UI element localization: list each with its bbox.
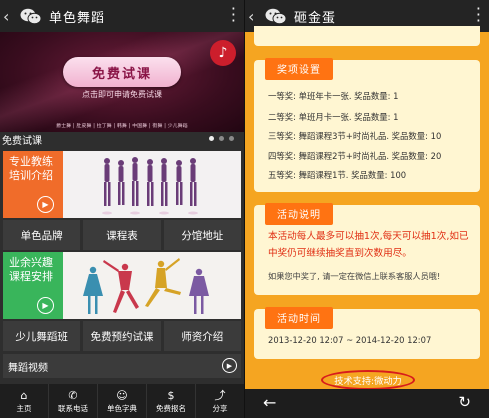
schedule-button[interactable]: 课程表 [83, 220, 161, 250]
kids-dance-button[interactable]: 少儿舞蹈班 [3, 321, 81, 351]
feature-course-arrangement[interactable]: 业余兴趣课程安排 ▶ [0, 252, 244, 319]
egg-card-bottom [254, 26, 480, 46]
refresh-icon[interactable]: ↻ [458, 393, 471, 411]
back-icon[interactable]: ‹ [248, 7, 262, 26]
brand-button[interactable]: 单色品牌 [3, 220, 81, 250]
dancers-photo [63, 151, 241, 218]
prizes-header: 奖项设置 [265, 58, 333, 80]
dance-types: 爵士舞 | 肚皮舞 | 拉丁舞 | 韩舞 | 中国舞 | 街舞 | 少儿舞蹈 [56, 124, 188, 129]
nav-label: 主页 [16, 403, 32, 413]
home-icon: ⌂ [20, 388, 28, 402]
dancers-photo [63, 252, 241, 319]
period-card: 活动时间 2013-12-20 12:07 ~ 2014-12-20 12:07 [254, 307, 480, 359]
carousel-dot[interactable] [219, 136, 224, 141]
nav-label: 单色字典 [107, 403, 137, 413]
menu-row-2: 少儿舞蹈班 免费预约试课 师资介绍 [3, 321, 241, 351]
page-title: 砸金蛋 [294, 10, 337, 26]
smiley-icon: ☺ [116, 388, 128, 402]
phone-icon: ✆ [68, 388, 78, 402]
rules-card: 活动说明 本活动每人最多可以抽1次,每天可以抽1次,如已中奖仍可继续抽奖直到次数… [254, 203, 480, 295]
prize-item: 二等奖: 单班月卡一张. 奖品数量: 1 [268, 112, 399, 122]
wechat-icon [262, 8, 290, 25]
nav-dictionary[interactable]: ☺ 单色字典 [98, 384, 147, 418]
feature-label: 业余兴趣课程安排 [9, 256, 53, 283]
rules-text: 本活动每人最多可以抽1次,每天可以抽1次,如已中奖仍可继续抽奖直到次数用尽。 [268, 231, 469, 259]
branch-address-button[interactable]: 分馆地址 [163, 220, 241, 250]
prize-item: 三等奖: 舞蹈课程3节+时尚礼品. 奖品数量: 10 [268, 131, 442, 141]
nav-label: 免费报名 [156, 403, 186, 413]
wechat-icon [17, 8, 45, 25]
carousel-dot[interactable] [209, 136, 214, 141]
book-trial-button[interactable]: 免费预约试课 [83, 321, 161, 351]
banner-hint: 点击即可申请免费试课 [82, 90, 162, 99]
free-trial-button[interactable]: 免费试课 [63, 57, 181, 87]
nav-share[interactable]: ⤴ 分享 [196, 384, 244, 418]
left-screen: ‹ 单色舞蹈 · · · ♪ 免费试课 点击即可申请免费试课 爵士舞 | 肚皮舞 |… [0, 0, 244, 418]
prize-item: 一等奖: 单班年卡一张. 奖品数量: 1 [268, 91, 399, 101]
back-arrow-icon[interactable]: ← [263, 393, 276, 412]
title-bar: ‹ 单色舞蹈 · · · [0, 0, 244, 32]
teachers-button[interactable]: 师资介绍 [163, 321, 241, 351]
feature-coach-intro[interactable]: 专业教练培训介绍 ▶ [0, 151, 244, 218]
menu-row-1: 单色品牌 课程表 分馆地址 [3, 220, 241, 250]
browser-nav: ← ↻ [245, 389, 489, 418]
feature-tile[interactable]: 专业教练培训介绍 ▶ [3, 151, 63, 218]
prizes-card: 奖项设置 一等奖: 单班年卡一张. 奖品数量: 1 二等奖: 单班月卡一张. 奖… [254, 58, 480, 192]
carousel-dot[interactable] [229, 136, 234, 141]
go-arrow-icon: ▶ [222, 358, 237, 373]
play-arrow-icon: ▶ [37, 297, 54, 314]
carousel-dots[interactable] [209, 136, 234, 141]
rules-header: 活动说明 [265, 203, 333, 225]
share-icon: ⤴ [214, 388, 226, 402]
section-label: 免费试课 [2, 136, 42, 147]
prize-item: 四等奖: 舞蹈课程2节+时尚礼品. 奖品数量: 20 [268, 151, 442, 161]
more-menu-icon[interactable]: · · · [231, 1, 236, 29]
dance-video-row[interactable]: 舞蹈视频 ▶ [3, 354, 241, 378]
period-header: 活动时间 [265, 307, 333, 329]
feature-tile[interactable]: 业余兴趣课程安排 ▶ [3, 252, 63, 319]
nav-phone[interactable]: ✆ 联系电话 [49, 384, 98, 418]
right-screen: ‹ 砸金蛋 · · · 奖项设置 一等奖: 单班年卡一张. 奖品数量: 1 二等奖:… [245, 0, 489, 418]
rules-note: 如果您中奖了, 请一定在微信上联系客服人员哦! [268, 271, 441, 281]
more-menu-icon[interactable]: · · · [476, 1, 481, 29]
dollar-icon: $ [167, 388, 175, 402]
feature-label: 专业教练培训介绍 [9, 155, 53, 182]
nav-home[interactable]: ⌂ 主页 [0, 384, 49, 418]
page-title: 单色舞蹈 [49, 10, 106, 26]
period-value: 2013-12-20 12:07 ~ 2014-12-20 12:07 [268, 335, 432, 345]
nav-label: 分享 [212, 403, 228, 413]
back-icon[interactable]: ‹ [3, 7, 17, 26]
promo-banner[interactable]: ♪ 免费试课 点击即可申请免费试课 爵士舞 | 肚皮舞 | 拉丁舞 | 韩舞 |… [0, 32, 244, 132]
tech-support-link[interactable]: 技术支持:微动力 [321, 370, 415, 390]
music-icon[interactable]: ♪ [210, 40, 236, 66]
prize-item: 五等奖: 舞蹈课程1节. 奖品数量: 100 [268, 170, 407, 180]
bottom-nav: ⌂ 主页 ✆ 联系电话 ☺ 单色字典 $ 免费报名 ⤴ 分享 [0, 384, 244, 418]
play-arrow-icon: ▶ [37, 196, 54, 213]
video-label: 舞蹈视频 [8, 362, 48, 374]
nav-label: 联系电话 [58, 403, 88, 413]
nav-signup[interactable]: $ 免费报名 [147, 384, 196, 418]
